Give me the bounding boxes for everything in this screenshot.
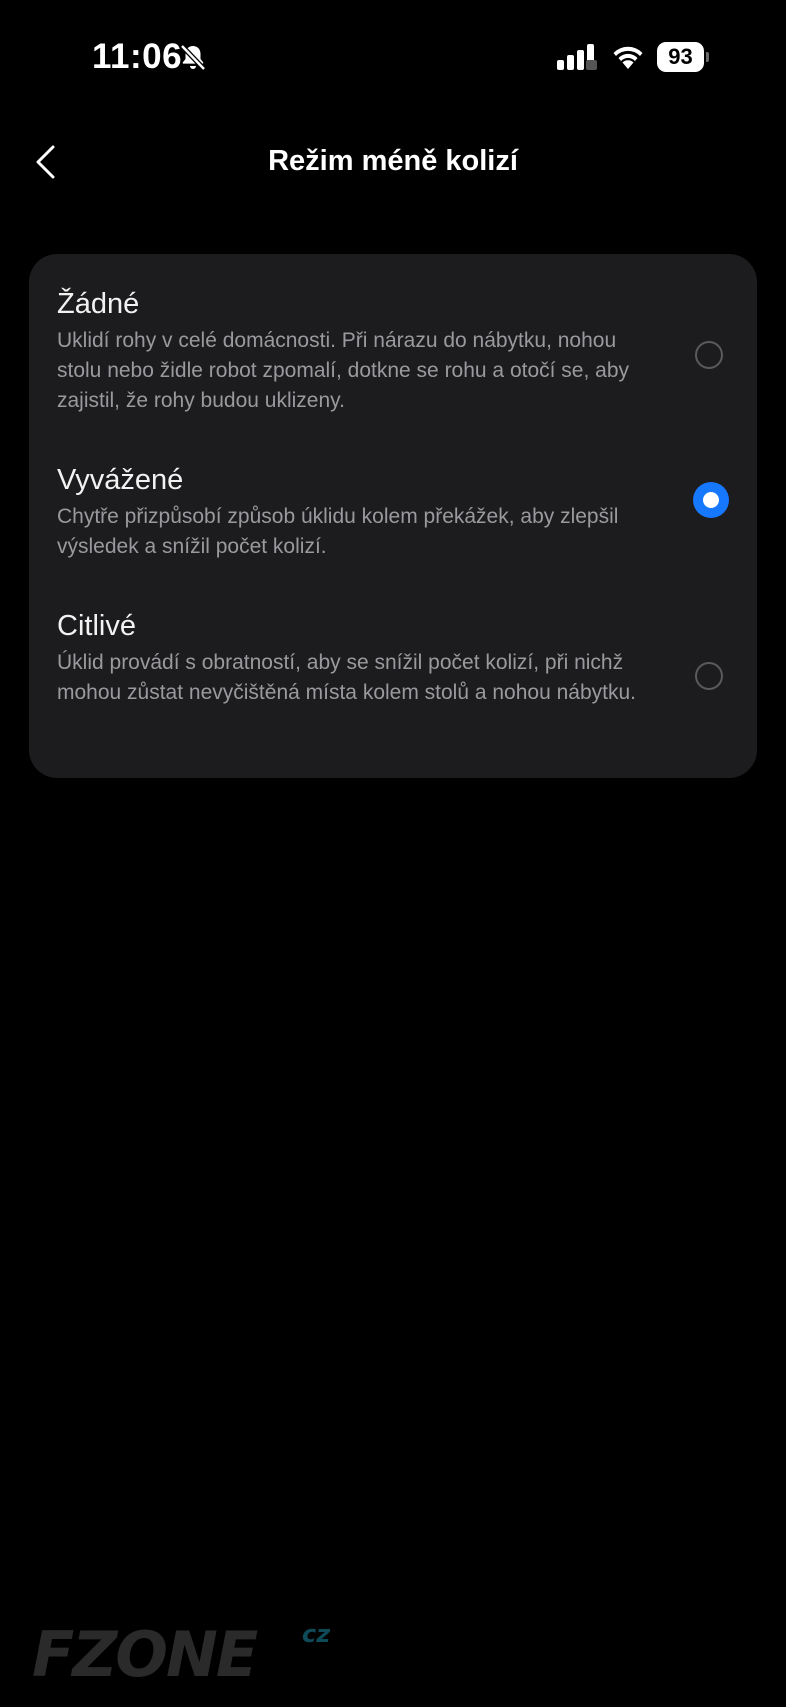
battery-level: 93 [657,42,704,72]
battery-tip [706,52,709,62]
radio-button-sensitive[interactable] [695,662,723,690]
option-description: Chytře přizpůsobí způsob úklidu kolem př… [57,505,619,558]
fzone-logo: FZONE cz [32,1618,331,1691]
status-time: 11:06 [92,37,183,76]
cellular-signal-icon [557,44,597,70]
option-title: Citlivé [57,610,136,642]
option-none[interactable]: Žádné Uklidí rohy v celé domácnosti. Při… [29,286,757,412]
radio-button-balanced[interactable] [693,482,729,518]
options-card: Žádné Uklidí rohy v celé domácnosti. Při… [29,254,757,778]
option-title: Žádné [57,288,140,320]
status-bar: 11:06 93 [0,0,786,110]
logo-text: FZONE [32,1618,258,1691]
bell-slash-icon [180,44,206,71]
battery-icon: 93 [657,42,709,72]
option-description: Úklid provádí s obratností, aby se sníži… [57,651,636,704]
page-title: Režim méně kolizí [268,145,518,177]
option-title: Vyvážené [57,464,184,496]
logo-suffix: cz [302,1620,331,1648]
option-sensitive[interactable]: Citlivé Úklid provádí s obratností, aby … [29,608,757,738]
radio-button-none[interactable] [695,341,723,369]
option-description: Uklidí rohy v celé domácnosti. Při náraz… [57,329,630,412]
header: Režim méně kolizí [0,120,786,204]
wifi-icon [613,46,643,69]
option-balanced[interactable]: Vyvážené Chytře přizpůsobí způsob úklidu… [29,462,757,562]
